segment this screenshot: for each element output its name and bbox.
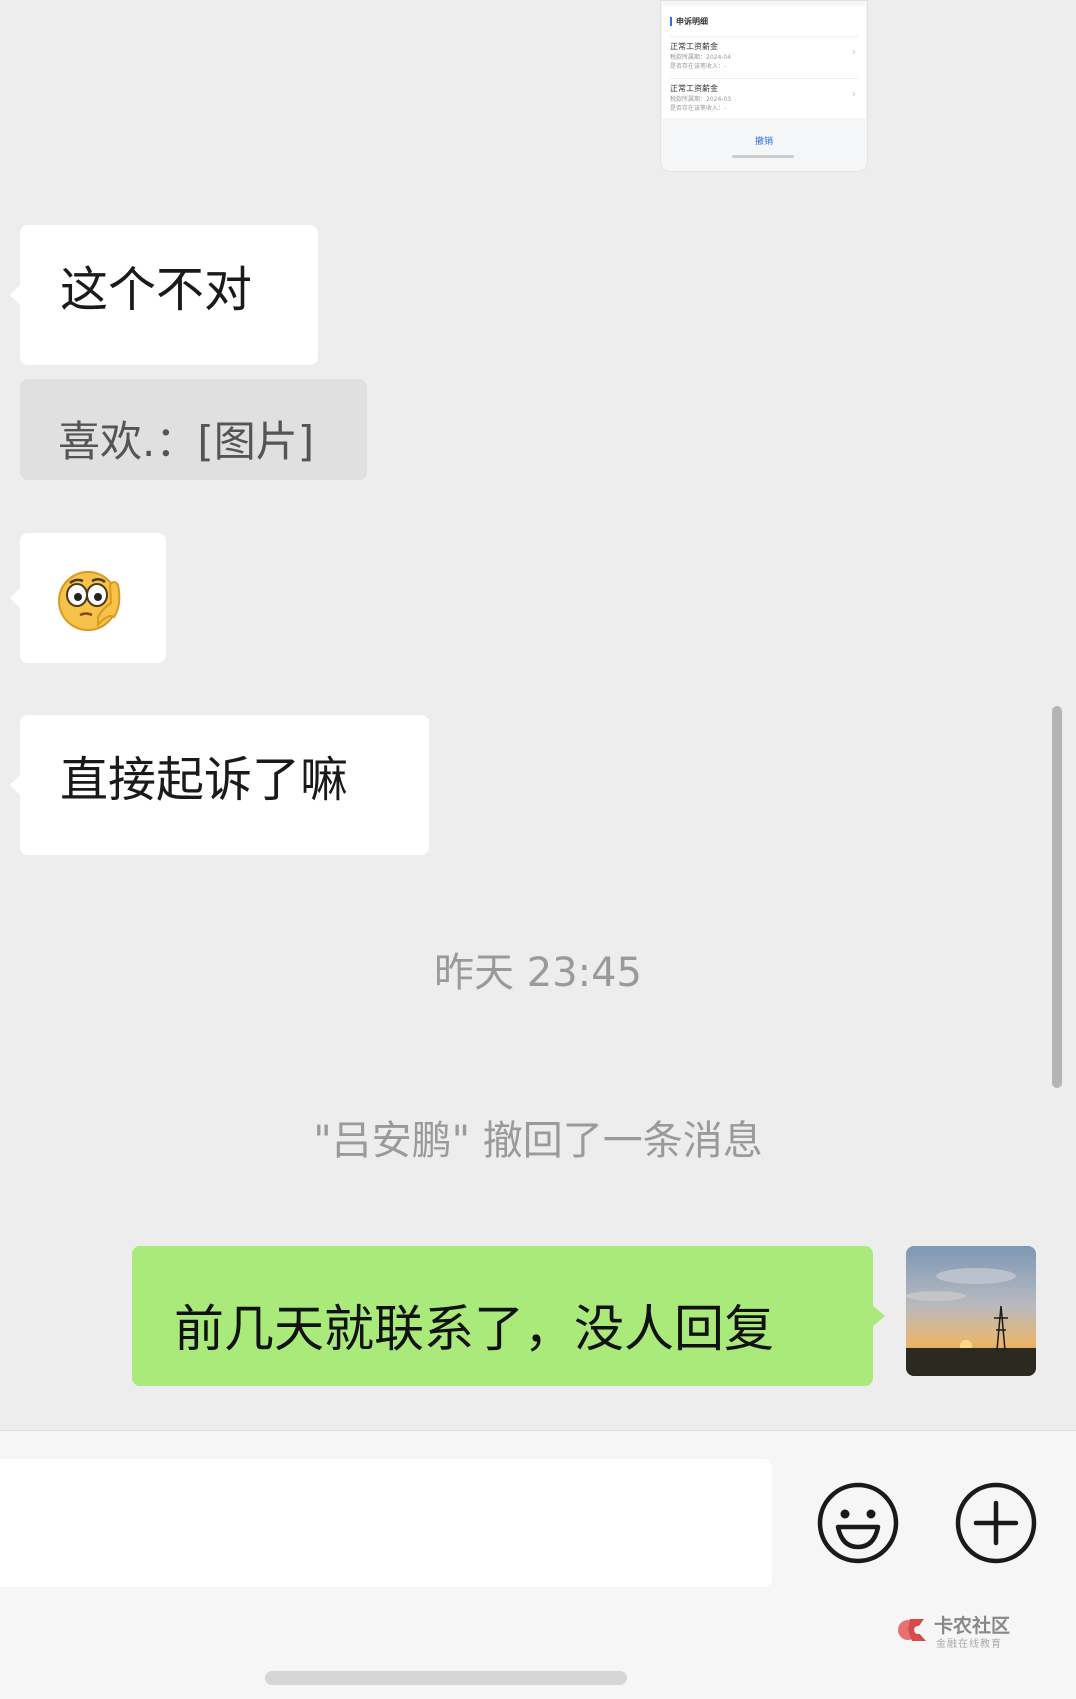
screenshot-image-message[interactable]: 申诉明细 正常工资薪金 税款所属期：2024-04 是否存在该笔收入：- › 正… — [660, 0, 868, 172]
smiley-icon[interactable] — [816, 1481, 900, 1565]
message-text: 前几天就联系了，没人回复 — [174, 1300, 774, 1358]
thumb-row: 正常工资薪金 税款所属期：2024-04 是否存在该笔收入：- › — [670, 36, 858, 71]
quote-text: 喜欢.：[图片] — [58, 417, 315, 466]
watermark-slogan: 金融在线教育 — [936, 1639, 1002, 1650]
home-indicator — [265, 1671, 627, 1685]
chevron-right-icon: › — [852, 47, 856, 58]
thumb-row: 正常工资薪金 税款所属期：2024-03 是否存在该笔收入：- › — [670, 78, 858, 113]
thumb-row-status: 是否存在该笔收入：- — [670, 63, 727, 70]
thumb-row-name: 正常工资薪金 — [670, 84, 718, 93]
message-text: 这个不对 — [60, 262, 253, 318]
avatar[interactable] — [906, 1246, 1036, 1376]
message-input[interactable] — [0, 1459, 772, 1587]
thumb-title: 申诉明细 — [670, 17, 708, 26]
thumb-row-period: 税款所属期：2024-04 — [670, 54, 732, 61]
thumb-row-name: 正常工资薪金 — [670, 42, 718, 51]
screenshot-card: 申诉明细 正常工资薪金 税款所属期：2024-04 是否存在该笔收入：- › 正… — [662, 6, 866, 118]
sunset-photo — [906, 1246, 1036, 1376]
thumb-row-status: 是否存在该笔收入：- — [670, 105, 727, 112]
outgoing-message-bubble[interactable]: 前几天就联系了，没人回复 — [132, 1246, 885, 1386]
kanong-logo-icon — [898, 1619, 926, 1641]
incoming-message-bubble[interactable]: 这个不对 — [10, 225, 318, 365]
thumb-home-indicator — [732, 155, 794, 158]
thinking-face-emoji-icon — [58, 571, 121, 631]
input-bar: 卡农社区 金融在线教育 — [0, 1430, 1076, 1699]
recall-notice: "吕安鹏" 撤回了一条消息 — [313, 1118, 763, 1164]
plus-icon[interactable] — [954, 1481, 1038, 1565]
thumb-row-period: 税款所属期：2024-03 — [670, 96, 732, 103]
scrollbar[interactable] — [1052, 706, 1062, 1088]
incoming-emoji-bubble[interactable] — [10, 533, 166, 663]
chevron-right-icon: › — [852, 89, 856, 100]
thumb-action: 撤销 — [754, 137, 773, 147]
watermark: 卡农社区 金融在线教育 — [896, 1611, 1018, 1651]
timestamp: 昨天 23:45 — [434, 950, 642, 996]
message-text: 直接起诉了嘛 — [60, 752, 349, 808]
watermark-name: 卡农社区 — [934, 1615, 1011, 1637]
quoted-message[interactable]: 喜欢.：[图片] — [20, 379, 367, 480]
incoming-message-bubble[interactable]: 直接起诉了嘛 — [10, 715, 429, 855]
